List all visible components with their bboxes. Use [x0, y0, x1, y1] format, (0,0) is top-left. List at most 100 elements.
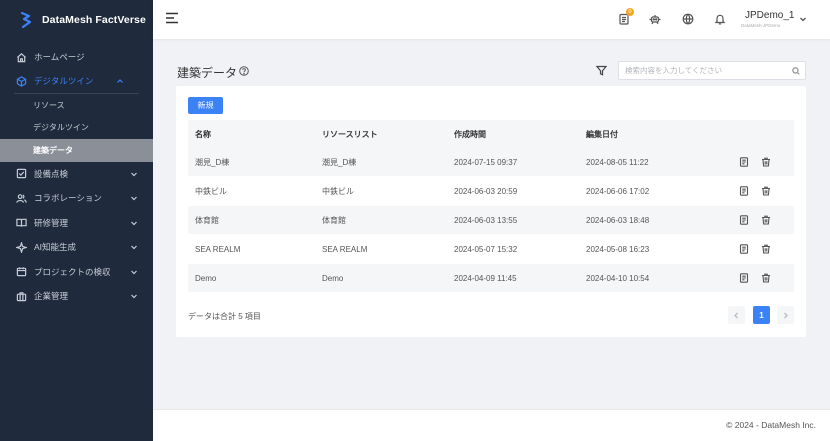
delete-trash-icon[interactable]: [761, 157, 771, 167]
menu-toggle-icon[interactable]: [165, 12, 179, 24]
cell-edited: 2024-04-10 10:54: [586, 273, 650, 283]
delete-trash-icon[interactable]: [761, 273, 771, 283]
table-header: 名称 リソースリスト 作成時間 編集日付: [188, 120, 794, 148]
briefcase-icon: [16, 291, 27, 302]
table-row[interactable]: SEA REALM SEA REALM 2024-05-07 15:32 202…: [188, 235, 794, 264]
chevron-down-icon: [130, 194, 138, 202]
datamesh-logo-icon: [20, 12, 32, 28]
cell-name: 体育館: [195, 215, 219, 225]
submenu-item-resource[interactable]: リソース: [0, 94, 153, 117]
globe-icon[interactable]: [682, 13, 694, 25]
submenu-item-digital-twin[interactable]: デジタルツイン: [0, 117, 153, 140]
sidebar-item-label: コラボレーション: [34, 193, 102, 204]
column-header-name: 名称: [195, 129, 211, 139]
sidebar-item-enterprise[interactable]: 企業管理: [0, 284, 153, 309]
chevron-down-icon: [130, 292, 138, 300]
notification-list-icon[interactable]: 0: [618, 8, 634, 25]
sidebar-item-label: AI知能生成: [34, 242, 77, 253]
sidebar-item-label: プロジェクトの検収: [34, 266, 111, 277]
copyright: © 2024 - DataMesh Inc.: [726, 420, 816, 430]
edit-document-icon[interactable]: [739, 186, 749, 196]
column-header-edited: 編集日付: [586, 129, 618, 139]
ai-icon: [16, 241, 27, 253]
table-row[interactable]: 中鉄ビル 中鉄ビル 2024-06-03 20:59 2024-06-06 17…: [188, 177, 794, 206]
delete-trash-icon[interactable]: [761, 186, 771, 196]
cell-name: SEA REALM: [195, 244, 241, 254]
page-number-button[interactable]: 1: [753, 306, 770, 324]
chevron-up-icon: [116, 77, 124, 85]
home-icon: [16, 52, 27, 63]
book-icon: [16, 217, 27, 228]
cube-icon: [16, 75, 27, 87]
page-title: 建築データ: [177, 66, 238, 80]
cell-edited: 2024-06-06 17:02: [586, 186, 650, 196]
brand[interactable]: DataMesh FactVerse: [0, 0, 153, 40]
help-icon[interactable]: [239, 66, 249, 76]
table-row[interactable]: 潮見_D棟 潮見_D棟 2024-07-15 09:37 2024-08-05 …: [188, 148, 794, 177]
sidebar-item-ai-generation[interactable]: AI知能生成: [0, 235, 153, 260]
cell-edited: 2024-05-08 16:23: [586, 244, 650, 254]
sidebar-item-digital-twin[interactable]: デジタルツイン: [14, 70, 139, 94]
user-name[interactable]: JPDemo_1: [745, 10, 794, 21]
delete-trash-icon[interactable]: [761, 215, 771, 225]
column-header-resource: リソースリスト: [322, 129, 378, 139]
calendar-icon: [16, 266, 27, 277]
cell-created: 2024-04-09 11:45: [454, 273, 517, 283]
edit-document-icon[interactable]: [739, 273, 749, 283]
sidebar-item-label: デジタルツイン: [34, 76, 94, 87]
edit-document-icon[interactable]: [739, 215, 749, 225]
next-page-button[interactable]: [777, 306, 794, 324]
chevron-left-icon: [734, 312, 738, 318]
bell-icon[interactable]: [714, 13, 726, 25]
sidebar-item-home[interactable]: ホームページ: [0, 45, 153, 70]
chevron-down-icon[interactable]: [799, 15, 807, 23]
search-box: [618, 61, 806, 80]
sidebar-item-label: 設備点検: [34, 168, 69, 179]
cell-name: 潮見_D棟: [195, 157, 230, 167]
sidebar-item-label: 企業管理: [34, 291, 69, 302]
edit-document-icon[interactable]: [739, 244, 749, 254]
prev-page-button[interactable]: [728, 306, 745, 324]
table-row[interactable]: Demo Demo 2024-04-09 11:45 2024-04-10 10…: [188, 264, 794, 293]
cell-created: 2024-05-07 15:32: [454, 244, 518, 254]
users-icon: [16, 193, 27, 204]
user-org: DataMesh-JPDemo: [741, 23, 781, 28]
top-header: 0 JPDemo_1 DataMesh-JPDemo: [153, 0, 830, 39]
column-header-created: 作成時間: [454, 129, 486, 139]
chevron-right-icon: [784, 312, 788, 318]
new-button[interactable]: 新規: [188, 97, 223, 114]
sidebar-item-inspection[interactable]: 設備点検: [0, 162, 153, 187]
cell-resource: 体育館: [322, 215, 346, 225]
chevron-down-icon: [130, 243, 138, 251]
search-icon[interactable]: [792, 67, 800, 75]
cell-created: 2024-06-03 20:59: [454, 186, 518, 196]
sidebar: DataMesh FactVerse ホームページ デジタルツイン リソース デ…: [0, 0, 153, 441]
sidebar-item-label: 研修管理: [34, 217, 69, 228]
data-table: 名称 リソースリスト 作成時間 編集日付 潮見_D棟 潮見_D棟 2024-07…: [188, 120, 794, 293]
cell-resource: Demo: [322, 273, 344, 283]
checklist-icon: [16, 168, 27, 179]
delete-trash-icon[interactable]: [761, 244, 771, 254]
robot-icon[interactable]: [649, 13, 661, 25]
footer: © 2024 - DataMesh Inc.: [153, 409, 830, 441]
notification-badge: 0: [626, 8, 634, 16]
search-input[interactable]: [619, 62, 779, 79]
submenu-item-building-data[interactable]: 建築データ: [0, 139, 153, 162]
cell-resource: 潮見_D棟: [322, 157, 357, 167]
table-row[interactable]: 体育館 体育館 2024-06-03 13:55 2024-06-03 18:4…: [188, 206, 794, 235]
edit-document-icon[interactable]: [739, 157, 749, 167]
sidebar-item-collaboration[interactable]: コラボレーション: [0, 186, 153, 211]
sidebar-item-project-acceptance[interactable]: プロジェクトの検収: [0, 260, 153, 285]
sidebar-item-training[interactable]: 研修管理: [0, 211, 153, 236]
cell-resource: 中鉄ビル: [322, 186, 354, 196]
chevron-down-icon: [130, 268, 138, 276]
filter-icon[interactable]: [595, 65, 608, 76]
cell-created: 2024-07-15 09:37: [454, 157, 518, 167]
cell-resource: SEA REALM: [322, 244, 368, 254]
cell-name: 中鉄ビル: [195, 186, 227, 196]
sidebar-item-label: ホームページ: [34, 52, 85, 63]
cell-edited: 2024-08-05 11:22: [586, 157, 649, 167]
chevron-down-icon: [130, 219, 138, 227]
brand-name: DataMesh FactVerse: [42, 14, 146, 26]
cell-edited: 2024-06-03 18:48: [586, 215, 650, 225]
